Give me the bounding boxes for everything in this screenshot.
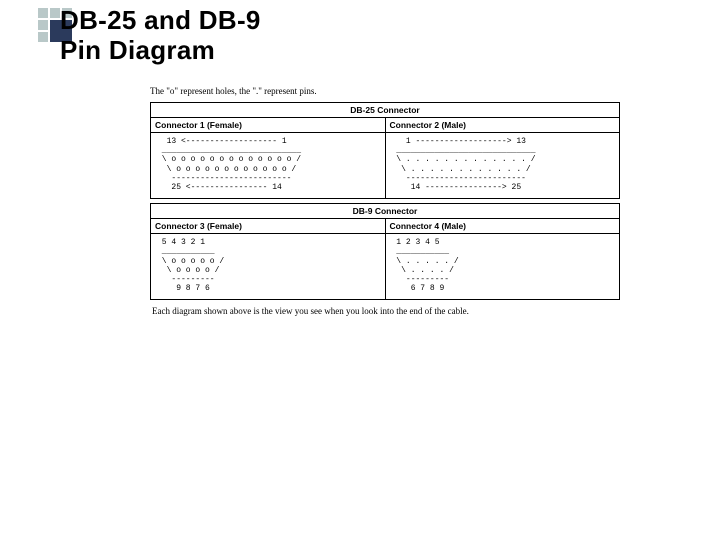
db25-caption: DB-25 Connector bbox=[150, 102, 620, 117]
slide-title: DB-25 and DB-9 Pin Diagram bbox=[60, 6, 261, 66]
title-line-2: Pin Diagram bbox=[60, 36, 261, 66]
db25-male-ascii: 1 -------------------> 13 ______________… bbox=[392, 137, 614, 192]
db9-female-header: Connector 3 (Female) bbox=[151, 219, 386, 234]
footnote-text: Each diagram shown above is the view you… bbox=[152, 306, 618, 316]
db25-female-header: Connector 1 (Female) bbox=[151, 118, 386, 133]
legend-text: The "o" represent holes, the "." represe… bbox=[150, 86, 620, 96]
db25-male-header: Connector 2 (Male) bbox=[385, 118, 620, 133]
db9-female-ascii: 5 4 3 2 1 ___________ \ o o o o o / \ o … bbox=[157, 238, 379, 293]
db9-caption: DB-9 Connector bbox=[150, 203, 620, 218]
db9-male-header: Connector 4 (Male) bbox=[385, 219, 620, 234]
title-line-1: DB-25 and DB-9 bbox=[60, 6, 261, 36]
db9-table: DB-9 Connector Connector 3 (Female) Conn… bbox=[150, 203, 620, 300]
db9-male-ascii: 1 2 3 4 5 ___________ \ . . . . . / \ . … bbox=[392, 238, 614, 293]
db25-female-ascii: 13 <------------------- 1 ______________… bbox=[157, 137, 379, 192]
slide-body: The "o" represent holes, the "." represe… bbox=[150, 86, 620, 316]
db25-table: DB-25 Connector Connector 1 (Female) Con… bbox=[150, 102, 620, 199]
